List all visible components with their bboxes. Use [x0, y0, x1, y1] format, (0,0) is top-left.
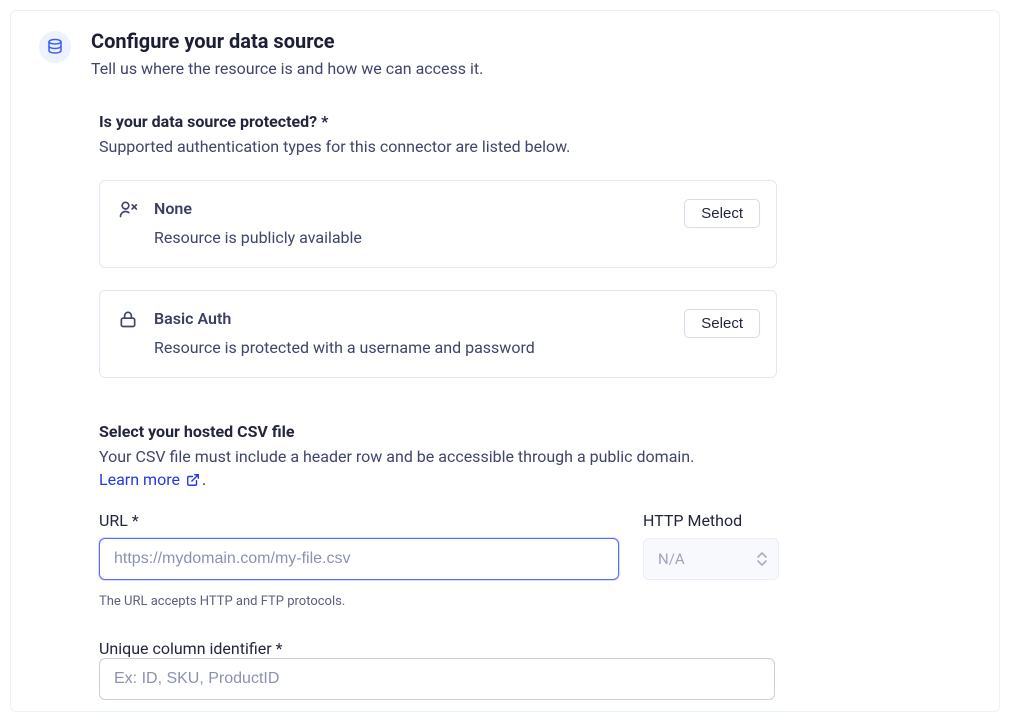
csv-description: Your CSV file must include a header row … — [99, 447, 777, 466]
csv-heading: Select your hosted CSV file — [99, 422, 777, 441]
url-hint: The URL accepts HTTP and FTP protocols. — [99, 594, 619, 609]
unique-id-input[interactable] — [99, 658, 775, 700]
auth-option-none: None Resource is publicly available Sele… — [99, 180, 777, 268]
chevron-up-down-icon — [756, 551, 768, 567]
header: Configure your data source Tell us where… — [11, 29, 999, 78]
learn-more-link[interactable]: Learn more . — [99, 470, 206, 489]
url-input[interactable] — [99, 538, 619, 580]
select-none-button[interactable]: Select — [684, 199, 760, 228]
page-title: Configure your data source — [91, 29, 483, 53]
auth-option-desc: Resource is protected with a username an… — [154, 338, 684, 357]
database-icon — [39, 31, 71, 63]
http-method-select[interactable]: N/A — [643, 538, 779, 580]
url-label: URL * — [99, 511, 619, 530]
auth-option-title: None — [154, 199, 684, 218]
http-method-label: HTTP Method — [643, 511, 779, 530]
auth-option-basic: Basic Auth Resource is protected with a … — [99, 290, 777, 378]
learn-more-label: Learn more — [99, 470, 180, 489]
learn-more-period: . — [202, 470, 206, 489]
http-method-field: HTTP Method N/A — [643, 511, 779, 609]
select-basic-button[interactable]: Select — [684, 309, 760, 338]
unique-id-label: Unique column identifier * — [99, 639, 283, 658]
external-link-icon — [186, 473, 200, 487]
page-subtitle: Tell us where the resource is and how we… — [91, 59, 483, 78]
auth-heading: Is your data source protected? * — [99, 112, 777, 131]
user-x-icon — [116, 199, 140, 219]
csv-section: Select your hosted CSV file Your CSV fil… — [11, 422, 999, 712]
lock-icon — [116, 309, 140, 329]
auth-section: Is your data source protected? * Support… — [11, 112, 999, 378]
http-method-value: N/A — [658, 550, 685, 568]
auth-description: Supported authentication types for this … — [99, 137, 777, 156]
configure-card: Configure your data source Tell us where… — [10, 10, 1000, 712]
url-field: URL * The URL accepts HTTP and FTP proto… — [99, 511, 619, 609]
auth-option-desc: Resource is publicly available — [154, 228, 684, 247]
auth-option-title: Basic Auth — [154, 309, 684, 328]
